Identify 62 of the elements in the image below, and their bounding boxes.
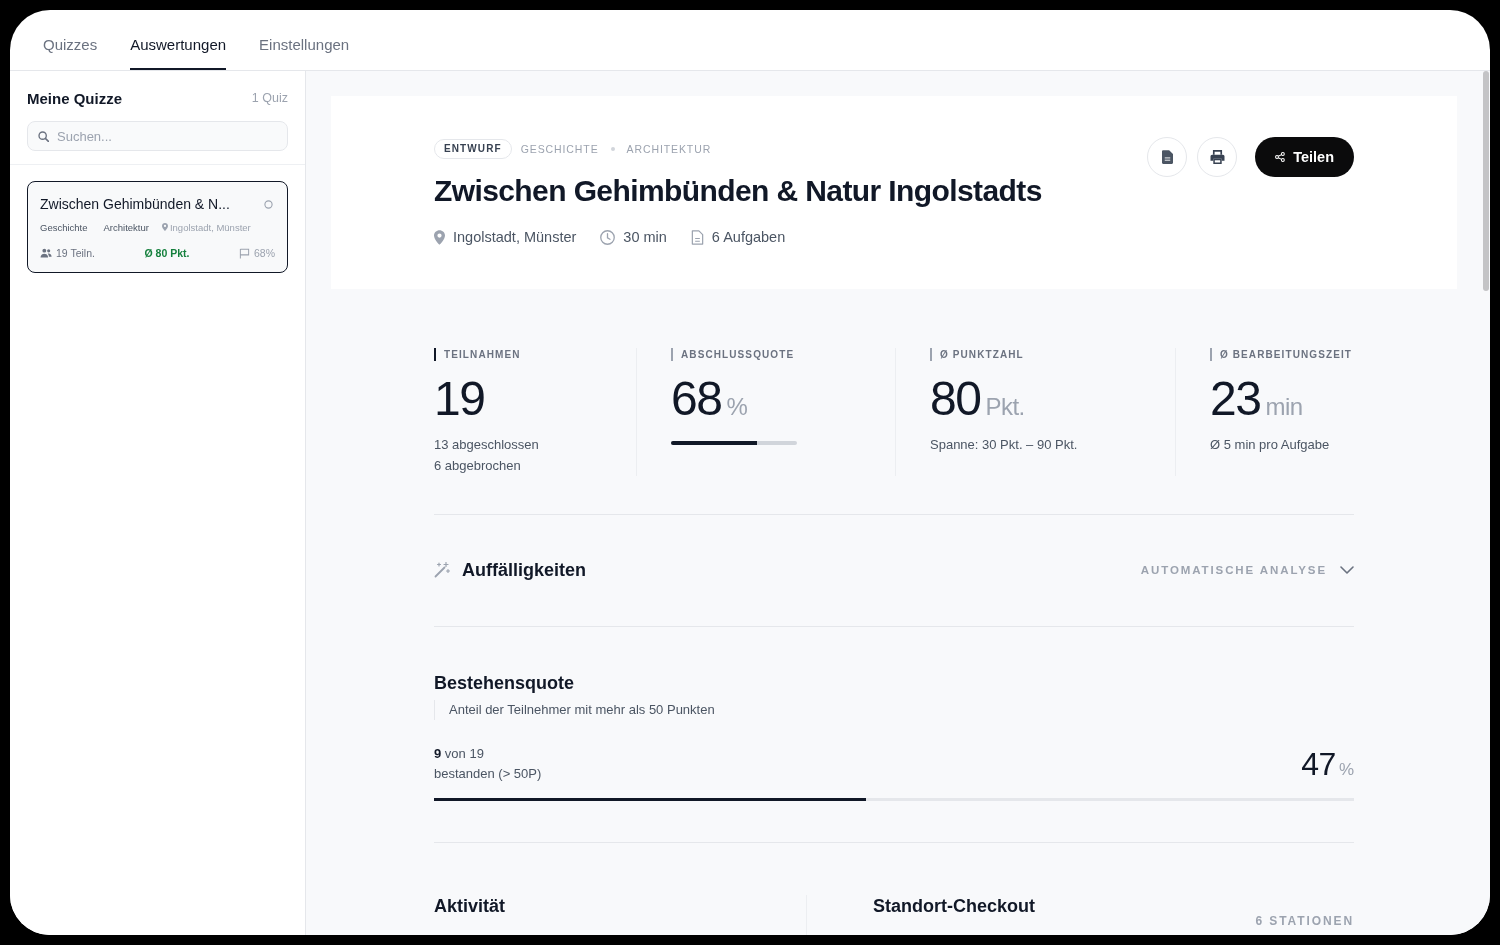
stat-value: 80 — [930, 373, 981, 425]
stat-value: 68 — [671, 373, 722, 425]
stat-note: 13 abgeschlossen — [434, 436, 539, 454]
stat-unit: min — [1265, 393, 1303, 421]
search-field[interactable]: Suchen... — [27, 121, 288, 151]
stat-note: 6 abgebrochen — [434, 457, 521, 475]
completion-rate: 68% — [253, 247, 275, 259]
stat-note: Ø 5 min pro Aufgabe — [1210, 436, 1330, 454]
quiz-count: 1 Quiz — [251, 91, 288, 105]
quiz-title: Zwischen Gehimbünden & N... — [40, 196, 230, 212]
flag-icon — [238, 247, 250, 259]
people-icon — [40, 248, 52, 258]
quiz-tag: Architektur — [97, 221, 155, 233]
sidebar-title: Meine Quizze — [27, 89, 123, 107]
search-icon — [38, 131, 49, 142]
participant-count: 19 Teiln. — [56, 247, 95, 259]
stat-value: 19 — [434, 373, 485, 425]
status-badge: ENTWURF — [434, 139, 512, 159]
passed-count: 9 von 19 — [434, 745, 484, 763]
section-title: Auffälligkeiten — [462, 559, 586, 581]
quiz-card[interactable]: Zwischen Gehimbünden & N... Geschichte Architektur Ingolstadt, Münster 19 Teiln. Ø 80 Pkt. 68% — [27, 181, 288, 273]
pass-rate-unit: % — [1338, 760, 1354, 780]
scrollbar-thumb[interactable] — [1483, 71, 1489, 291]
tab[interactable]: Quizzes — [43, 10, 98, 70]
quiz-tag: Geschichte — [34, 221, 94, 233]
stat-label: Ø PUNKTZAHL — [930, 348, 1024, 361]
section-description: Anteil der Teilnehmer mit mehr als 50 Punkten — [434, 700, 1354, 720]
average-score: Ø 80 Pkt. — [144, 247, 190, 259]
category-label: GESCHICHTE — [520, 143, 599, 155]
printer-icon — [1209, 150, 1225, 164]
meta-text: 6 Aufgaben — [711, 228, 786, 247]
passed-caption: bestanden (> 50P) — [434, 765, 542, 783]
location-pin-icon — [434, 229, 445, 245]
file-icon — [1161, 150, 1173, 164]
magic-wand-icon — [434, 562, 450, 578]
print-button[interactable] — [1197, 137, 1238, 177]
quiz-location: Ingolstadt, Münster — [169, 221, 251, 233]
quiz-heading: Zwischen Gehimbünden & Natur Ingolstadts — [434, 173, 1042, 209]
clock-icon — [600, 229, 616, 245]
stat-label: ABSCHLUSSQUOTE — [671, 348, 795, 361]
share-button[interactable]: Teilen — [1255, 137, 1354, 177]
document-icon — [690, 229, 704, 245]
file-button[interactable] — [1147, 137, 1188, 177]
separator-dot-icon — [610, 147, 615, 151]
section-title: Aktivität — [434, 895, 506, 917]
stat-label: Ø BEARBEITUNGSZEIT — [1210, 348, 1353, 361]
stat-unit: % — [726, 393, 748, 421]
station-count: 6 STATIONEN — [1255, 914, 1354, 928]
pass-rate-value: 47 — [1301, 746, 1336, 782]
stat-label: TEILNAHMEN — [434, 348, 521, 361]
tab[interactable]: Einstellungen — [259, 10, 350, 70]
meta-text: 30 min — [623, 228, 667, 247]
stat-unit: Pkt. — [985, 393, 1025, 421]
meta-text: Ingolstadt, Münster — [453, 228, 577, 247]
status-ring-icon — [264, 199, 273, 209]
section-title: Standort-Checkout — [873, 895, 1035, 917]
stat-value: 23 — [1210, 373, 1261, 425]
location-pin-icon — [161, 223, 168, 231]
section-title: Bestehensquote — [434, 672, 576, 694]
stat-note: Spanne: 30 Pkt. – 90 Pkt. — [930, 436, 1078, 454]
category-label: ARCHITEKTUR — [626, 143, 712, 155]
share-icon — [1275, 152, 1286, 162]
